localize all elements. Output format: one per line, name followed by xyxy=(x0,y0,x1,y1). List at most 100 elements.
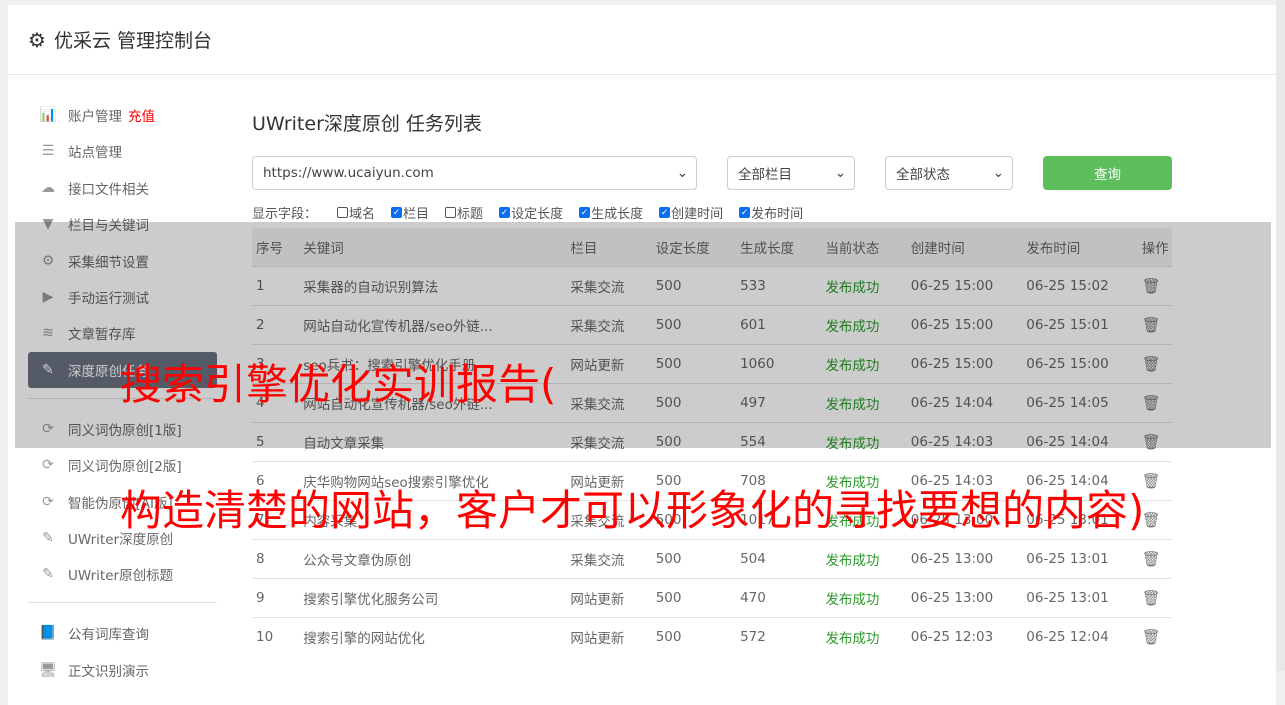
chevron-down-icon: ⌄ xyxy=(834,165,846,181)
table-cell: 发布成功 xyxy=(821,538,907,578)
sidebar-item-label: UWriter原创标题 xyxy=(68,568,174,585)
actions-cell: 🗑 xyxy=(1137,577,1172,617)
gear-icon: ⚙ xyxy=(28,27,46,52)
table-row: 9 搜索引擎优化服务公司 网站更新 500 470 发布成功 06-25 13:00 06-2… xyxy=(252,577,1172,617)
sidebar-item-label: 正文识别演示 xyxy=(68,663,149,680)
table-cell: 500 xyxy=(651,538,737,578)
divider xyxy=(28,602,217,604)
page-header-title: 优采云 管理控制台 xyxy=(53,30,212,52)
field-checkbox[interactable]: ✓ 生成长度 xyxy=(579,203,643,222)
checkbox-icon[interactable]: ✓ xyxy=(391,206,403,218)
sidebar-item[interactable]: 📊 账户管理 充值 xyxy=(28,97,217,133)
table-cell: 搜索引擎优化服务公司 xyxy=(299,577,567,617)
scrollbar[interactable] xyxy=(1276,0,1285,671)
column-select[interactable]: 全部栏目 ⌄ xyxy=(727,156,855,190)
edit-icon: ✎ xyxy=(42,566,54,583)
checkbox-icon[interactable]: ✓ xyxy=(659,206,671,218)
field-checkbox[interactable]: ✓ 栏目 xyxy=(391,203,429,222)
overlay-band xyxy=(15,222,1271,448)
field-label: 发布时间 xyxy=(751,206,804,222)
field-label: 域名 xyxy=(349,206,376,222)
edit-icon: ✎ xyxy=(42,529,54,546)
checkbox-icon[interactable]: ✓ xyxy=(739,206,751,218)
trash-icon[interactable]: 🗑 xyxy=(1142,472,1161,490)
sidebar-item-label: 公有词库查询 xyxy=(68,627,149,644)
trash-icon[interactable]: 🗑 xyxy=(1142,628,1161,646)
sidebar-item-label: 同义词伪原创[2版] xyxy=(68,459,182,476)
field-label: 栏目 xyxy=(403,206,430,222)
page-title: UWriter深度原创 任务列表 xyxy=(252,113,482,135)
site-select-value: https://www.ucaiyun.com xyxy=(263,165,434,181)
field-checkbox[interactable]: ✓ 设定长度 xyxy=(499,203,563,222)
table-cell: 500 xyxy=(651,616,737,656)
header: ⚙ 优采云 管理控制台 xyxy=(8,5,1276,75)
sidebar-item[interactable]: 🖥 正文识别演示 xyxy=(28,652,217,688)
table-cell: 500 xyxy=(651,577,737,617)
table-cell: 572 xyxy=(736,616,822,656)
overlay-text-line2: 构造清楚的网站，客户才可以形象化的寻找要想的内容) xyxy=(120,486,1145,535)
table-cell: 06-25 13:01 xyxy=(1022,538,1138,578)
table-cell: 网站更新 xyxy=(566,616,652,656)
table-row: 8 公众号文章伪原创 采集交流 500 504 发布成功 06-25 13:00 06-25 … xyxy=(252,538,1172,578)
table-cell: 10 xyxy=(252,616,300,656)
trash-icon[interactable]: 🗑 xyxy=(1142,589,1161,607)
field-checkbox[interactable]: ✓ 发布时间 xyxy=(739,203,803,222)
checkbox-icon[interactable]: ✓ xyxy=(499,206,511,218)
field-label: 设定长度 xyxy=(511,206,564,222)
table-cell: 搜索引擎的网站优化 xyxy=(299,616,567,656)
table-cell: 06-25 13:00 xyxy=(906,538,1023,578)
field-checkbox[interactable]: 标题 xyxy=(445,203,483,222)
display-fields-label: 显示字段： xyxy=(252,206,318,222)
checkbox-icon[interactable] xyxy=(337,206,349,218)
sidebar-item[interactable]: ☁ 接口文件相关 xyxy=(28,170,217,206)
checkbox-icon[interactable] xyxy=(445,206,457,218)
recharge-link[interactable]: 充值 xyxy=(128,105,155,125)
status-select[interactable]: 全部状态 ⌄ xyxy=(885,156,1013,190)
trash-icon[interactable]: 🗑 xyxy=(1142,511,1161,529)
table-cell: 8 xyxy=(252,538,300,578)
book-icon: 📘 xyxy=(39,625,57,642)
table-cell: 504 xyxy=(736,538,822,578)
refresh-icon: ⟳ xyxy=(42,457,54,474)
trash-icon[interactable]: 🗑 xyxy=(1142,550,1161,568)
field-checkbox[interactable]: 域名 xyxy=(337,203,375,222)
table-cell: 06-25 13:00 xyxy=(906,577,1023,617)
sidebar-item-label: 站点管理 xyxy=(68,145,122,162)
actions-cell: 🗑 xyxy=(1137,616,1172,656)
cloud-upload-icon: ☁ xyxy=(41,179,55,196)
sidebar-item[interactable]: ✎ UWriter原创标题 xyxy=(28,556,217,592)
table-cell: 9 xyxy=(252,577,300,617)
table-cell: 470 xyxy=(736,577,822,617)
query-button[interactable]: 查询 xyxy=(1043,156,1172,190)
server-icon: ☰ xyxy=(41,143,55,160)
sidebar-item[interactable]: 📘 公有词库查询 xyxy=(28,615,217,651)
bar-chart-icon: 📊 xyxy=(39,107,57,123)
field-label: 生成长度 xyxy=(591,206,644,222)
table-cell: 06-25 12:03 xyxy=(906,616,1023,656)
field-checkbox[interactable]: ✓ 创建时间 xyxy=(659,203,723,222)
overlay-text-line1: 搜索引擎优化实训报告( xyxy=(120,360,557,409)
monitor-icon: 🖥 xyxy=(39,661,57,678)
column-select-value: 全部栏目 xyxy=(738,167,792,183)
sidebar-item-label: 接口文件相关 xyxy=(68,181,149,198)
table-row: 10 搜索引擎的网站优化 网站更新 500 572 发布成功 06-25 12:03 06-2… xyxy=(252,616,1172,656)
checkbox-icon[interactable]: ✓ xyxy=(579,206,591,218)
sidebar-item[interactable]: ☰ 站点管理 xyxy=(28,133,217,169)
chevron-down-icon: ⌄ xyxy=(676,165,688,181)
chevron-down-icon: ⌄ xyxy=(992,165,1004,181)
sidebar-item[interactable]: ⟳ 同义词伪原创[2版] xyxy=(28,447,217,483)
status-select-value: 全部状态 xyxy=(896,167,950,183)
table-cell: 发布成功 xyxy=(821,616,907,656)
field-label: 标题 xyxy=(457,206,484,222)
display-fields: 显示字段： 域名 ✓ 栏目 标题 ✓ 设定长度 ✓ 生成长度 ✓ 创建时间 ✓ 发布时间 xyxy=(252,202,1172,222)
field-label: 创建时间 xyxy=(671,206,724,222)
table-cell: 公众号文章伪原创 xyxy=(299,538,567,578)
refresh-icon: ⟳ xyxy=(42,493,54,510)
table-cell: 06-25 13:01 xyxy=(1022,577,1138,617)
table-cell: 网站更新 xyxy=(566,577,652,617)
table-cell: 采集交流 xyxy=(566,538,652,578)
actions-cell: 🗑 xyxy=(1137,538,1172,578)
table-cell: 发布成功 xyxy=(821,577,907,617)
site-select[interactable]: https://www.ucaiyun.com ⌄ xyxy=(252,156,697,190)
sidebar-item-label: 账户管理 xyxy=(68,109,122,125)
